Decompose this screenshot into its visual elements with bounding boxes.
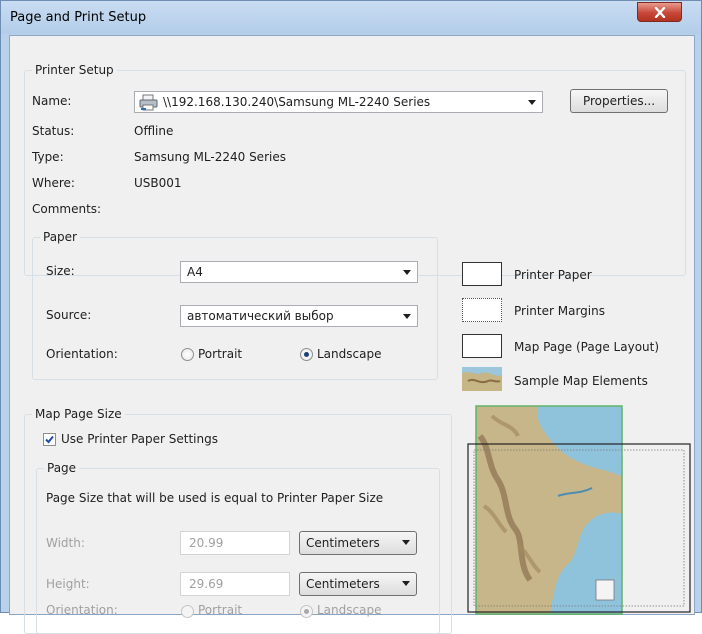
printer-name-value: \\192.168.130.240\Samsung ML-2240 Series <box>163 95 431 109</box>
width-label: Width: <box>46 536 85 550</box>
checkmark-icon <box>45 435 54 444</box>
status-label: Status: <box>32 124 75 138</box>
close-icon <box>654 6 665 18</box>
printer-name-label: Name: <box>32 94 72 108</box>
chevron-down-icon <box>528 100 536 105</box>
printer-setup-group-label: Printer Setup <box>32 63 117 77</box>
chevron-down-icon <box>403 270 411 275</box>
paper-landscape-label[interactable]: Landscape <box>317 347 381 361</box>
map-inset <box>595 579 615 601</box>
chevron-down-icon <box>402 581 410 586</box>
height-label: Height: <box>46 577 90 591</box>
network-printer-icon <box>139 94 158 111</box>
title-bar[interactable]: Page and Print Setup <box>1 1 701 34</box>
paper-size-select[interactable]: A4 <box>180 261 418 283</box>
map-preview <box>467 405 691 615</box>
width-value: 20.99 <box>189 536 224 550</box>
page-orientation-label: Orientation: <box>46 603 118 617</box>
height-unit-value: Centimeters <box>306 577 380 591</box>
page-portrait-radio[interactable] <box>181 605 194 618</box>
where-value: USB001 <box>134 176 182 190</box>
dialog-body: Printer Setup Name: \\192.168.130.240\Sa… <box>9 35 695 634</box>
sample-map-icon <box>462 367 502 391</box>
type-label: Type: <box>32 150 64 164</box>
paper-orientation-label: Orientation: <box>46 347 118 361</box>
close-button[interactable] <box>637 2 682 22</box>
page-group-label: Page <box>44 461 80 475</box>
where-label: Where: <box>32 176 75 190</box>
comments-label: Comments: <box>32 202 102 216</box>
printer-margins-swatch <box>462 298 502 322</box>
use-printer-paper-checkbox[interactable] <box>43 433 56 446</box>
paper-source-select[interactable]: автоматический выбор <box>180 305 418 327</box>
page-portrait-label[interactable]: Portrait <box>198 603 242 617</box>
paper-source-value: автоматический выбор <box>187 309 334 323</box>
sample-map-elements-legend: Sample Map Elements <box>514 374 648 388</box>
use-printer-paper-label[interactable]: Use Printer Paper Settings <box>61 432 218 446</box>
page-landscape-label[interactable]: Landscape <box>317 603 381 617</box>
type-value: Samsung ML-2240 Series <box>134 150 286 164</box>
map-page-swatch <box>462 334 502 358</box>
printer-paper-legend: Printer Paper <box>514 268 592 282</box>
printer-paper-swatch <box>462 262 502 286</box>
paper-size-label: Size: <box>46 264 75 278</box>
width-unit-value: Centimeters <box>306 536 380 550</box>
printer-name-select[interactable]: \\192.168.130.240\Samsung ML-2240 Series <box>134 91 543 113</box>
dialog-window: Page and Print Setup Printer Setup Name:… <box>0 0 702 634</box>
paper-landscape-radio[interactable] <box>300 348 313 361</box>
page-landscape-radio[interactable] <box>300 605 313 618</box>
paper-portrait-label[interactable]: Portrait <box>198 347 242 361</box>
width-unit-select[interactable]: Centimeters <box>299 531 417 555</box>
chevron-down-icon <box>402 540 410 545</box>
properties-button-label: Properties... <box>582 94 656 108</box>
height-unit-select[interactable]: Centimeters <box>299 572 417 596</box>
height-value: 29.69 <box>189 577 224 591</box>
chevron-down-icon <box>403 314 411 319</box>
window-title: Page and Print Setup <box>10 10 147 25</box>
page-size-info-text: Page Size that will be used is equal to … <box>46 491 384 505</box>
map-page-legend: Map Page (Page Layout) <box>514 340 660 354</box>
paper-group-label: Paper <box>40 230 80 244</box>
height-input[interactable]: 29.69 <box>180 572 290 596</box>
status-value: Offline <box>134 124 174 138</box>
paper-portrait-radio[interactable] <box>181 348 194 361</box>
map-page-size-group-label: Map Page Size <box>32 407 125 421</box>
paper-size-value: A4 <box>187 265 203 279</box>
printer-margins-legend: Printer Margins <box>514 304 605 318</box>
paper-source-label: Source: <box>46 308 92 322</box>
properties-button[interactable]: Properties... <box>570 89 668 113</box>
width-input[interactable]: 20.99 <box>180 531 290 555</box>
